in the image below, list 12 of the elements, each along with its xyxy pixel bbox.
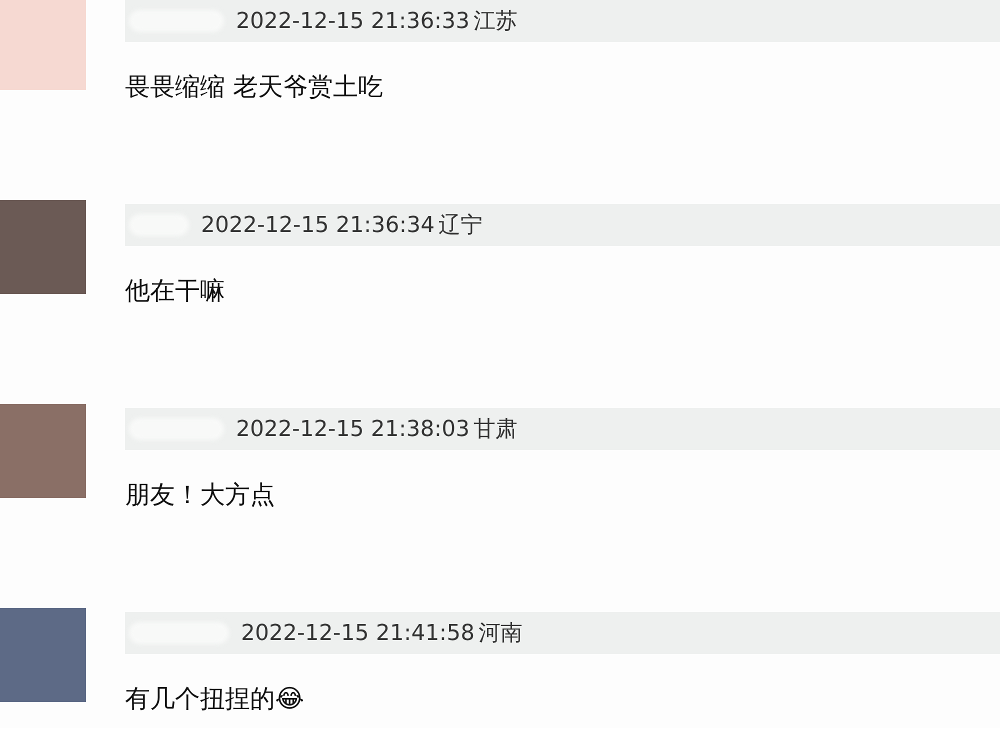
comment-text: 有几个扭捏的😂: [125, 686, 306, 711]
comment-time: 2022-12-15 21:36:34: [201, 212, 435, 240]
comment-time: 2022-12-15 21:41:58: [241, 620, 475, 648]
comment-time: 2022-12-15 21:38:03: [236, 416, 470, 444]
comment-text: 朋友！大方点: [125, 482, 276, 507]
comment-time: 2022-12-15 21:36:33: [236, 8, 470, 36]
comment-region: 辽宁: [438, 212, 483, 240]
comment-text: 畏畏缩缩 老天爷赏土吃: [125, 74, 384, 99]
comment-region: 河南: [478, 620, 523, 648]
comment-text: 他在干嘛: [125, 278, 226, 303]
comment-region: 江苏: [474, 8, 518, 36]
comment-region: 甘肃: [474, 416, 518, 444]
